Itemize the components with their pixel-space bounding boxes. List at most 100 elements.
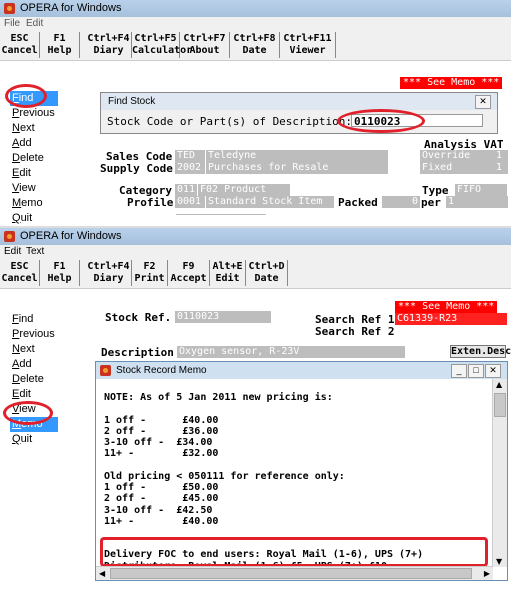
category-field[interactable]: 011	[175, 184, 197, 196]
find-highlight-oval	[5, 84, 47, 108]
scroll-left-icon[interactable]: ◀	[99, 569, 105, 578]
top-menubar: File Edit	[0, 17, 511, 30]
scroll-right-icon[interactable]: ▶	[484, 569, 490, 578]
top-titlebar: OPERA for Windows	[0, 0, 511, 17]
tb-key: F2	[143, 261, 156, 272]
tb-label: Print	[134, 273, 165, 284]
sales-code-field[interactable]: TED	[175, 150, 205, 162]
tb-key: Ctrl+F11	[283, 33, 332, 44]
opera-icon	[4, 231, 15, 242]
per-field[interactable]: 1	[446, 196, 508, 208]
esc-cancel-button[interactable]: ESC Cancel	[0, 260, 40, 286]
tb-label: Cancel	[1, 45, 38, 56]
side-delete[interactable]: Delete	[10, 372, 58, 387]
accept-button[interactable]: F9 Accept	[168, 260, 210, 286]
edit-button[interactable]: Alt+E Edit	[210, 260, 246, 286]
menu-text[interactable]: Text	[26, 246, 44, 257]
side-add[interactable]: Add	[10, 357, 58, 372]
side-find[interactable]: Find	[10, 312, 58, 327]
diary-button[interactable]: Ctrl+F4 Diary	[86, 32, 132, 58]
menu-edit[interactable]: Edit	[4, 246, 21, 257]
tb-label: Help	[47, 45, 72, 56]
stock-ref-field[interactable]: 0110023	[175, 311, 271, 323]
tb-label: Accept	[170, 273, 207, 284]
memo-vertical-scrollbar[interactable]: ▲ ▼	[492, 379, 507, 567]
side-quit[interactable]: Quit	[10, 432, 58, 447]
type-field[interactable]: FIFO	[455, 184, 507, 196]
tb-key: Alt+E	[212, 261, 243, 272]
search-ref2-label: Search Ref 2	[315, 325, 395, 338]
divider-line	[176, 214, 266, 215]
minimize-icon[interactable]: _	[451, 364, 467, 378]
tb-key: Ctrl+F7	[183, 33, 226, 44]
scroll-down-icon[interactable]: ▼	[496, 557, 502, 566]
memo-line: 11+ - £32.00	[104, 448, 219, 460]
calculator-button[interactable]: Ctrl+F5 Calculator	[132, 32, 192, 58]
esc-cancel-button[interactable]: ESC Cancel	[0, 32, 40, 58]
side-view[interactable]: View	[10, 181, 58, 196]
maximize-icon[interactable]: □	[468, 364, 484, 378]
side-previous[interactable]: Previous	[10, 327, 58, 342]
window-title: OPERA for Windows	[20, 230, 122, 242]
stock-ref-label: Stock Ref.	[105, 311, 172, 324]
date-button[interactable]: Ctrl+D Date	[246, 260, 288, 286]
bottom-titlebar: OPERA for Windows	[0, 228, 511, 245]
profile-desc-field: Standard Stock Item	[206, 196, 334, 208]
memo-line	[104, 460, 474, 471]
tb-label: Date	[254, 273, 279, 284]
tb-label: Diary	[93, 45, 124, 56]
category-desc-field: F02 Product	[198, 184, 290, 196]
diary-button[interactable]: Ctrl+F4 Diary	[86, 260, 132, 286]
side-delete[interactable]: Delete	[10, 151, 58, 166]
side-edit[interactable]: Edit	[10, 387, 58, 402]
side-previous[interactable]: Previous	[10, 106, 58, 121]
description-field[interactable]: Oxygen sensor, R-23V	[177, 346, 405, 358]
sales-desc-field: Teledyne	[206, 150, 388, 162]
print-button[interactable]: F2 Print	[132, 260, 168, 286]
per-label: per	[421, 196, 441, 209]
exten-desc-button[interactable]: Exten.Desc	[450, 345, 511, 358]
side-memo[interactable]: Memo	[10, 196, 58, 211]
top-toolbar: ESC Cancel F1 Help Ctrl+F4 Diary Ctrl+F5 Cal…	[0, 30, 511, 61]
side-add[interactable]: Add	[10, 136, 58, 151]
side-next[interactable]: Next	[10, 121, 58, 136]
opera-icon	[100, 365, 111, 376]
see-memo-flag: *** See Memo ***	[395, 301, 498, 313]
about-button[interactable]: Ctrl+F7 About	[180, 32, 230, 58]
tb-key: ESC	[10, 33, 29, 44]
tb-label: Cancel	[1, 273, 38, 284]
memo-horizontal-scrollbar[interactable]: ◀ ▶	[96, 566, 493, 580]
side-next[interactable]: Next	[10, 342, 58, 357]
date-button[interactable]: Ctrl+F8 Date	[230, 32, 280, 58]
f1-help-button[interactable]: F1 Help	[40, 260, 80, 286]
fixed-field: Fixed	[420, 162, 494, 174]
opera-icon	[4, 3, 15, 14]
memo-line: 1 off - £50.00	[104, 482, 219, 494]
scroll-up-icon[interactable]: ▲	[496, 380, 502, 389]
memo-highlight-oval	[3, 401, 53, 425]
viewer-button[interactable]: Ctrl+F11 Viewer	[280, 32, 336, 58]
menu-file[interactable]: File	[4, 18, 20, 29]
tb-key: Ctrl+F4	[87, 33, 130, 44]
close-icon[interactable]: ✕	[485, 364, 501, 378]
hscroll-thumb[interactable]	[110, 568, 472, 579]
find-dialog-titlebar: Find Stock	[101, 93, 497, 110]
menu-edit[interactable]: Edit	[26, 18, 43, 29]
side-edit[interactable]: Edit	[10, 166, 58, 181]
scroll-thumb[interactable]	[494, 393, 506, 417]
memo-line: 3-10 off - £42.50	[104, 504, 213, 516]
search-ref1-field[interactable]: C61339-R23	[395, 313, 507, 325]
override-num-field[interactable]: 1	[494, 150, 508, 162]
supply-code-field[interactable]: 2002	[175, 162, 205, 174]
window-title: OPERA for Windows	[20, 2, 122, 14]
side-quit[interactable]: Quit	[10, 211, 58, 226]
f1-help-button[interactable]: F1 Help	[40, 32, 80, 58]
close-icon[interactable]: ✕	[475, 95, 491, 109]
fixed-num-field[interactable]: 1	[494, 162, 508, 174]
bottom-menubar: Edit Text	[0, 245, 511, 258]
memo-line	[104, 404, 474, 415]
profile-field[interactable]: 0001	[175, 196, 205, 208]
packed-field[interactable]: 0	[382, 196, 420, 208]
tb-label: About	[189, 45, 220, 56]
memo-window-title: Stock Record Memo	[116, 365, 207, 376]
